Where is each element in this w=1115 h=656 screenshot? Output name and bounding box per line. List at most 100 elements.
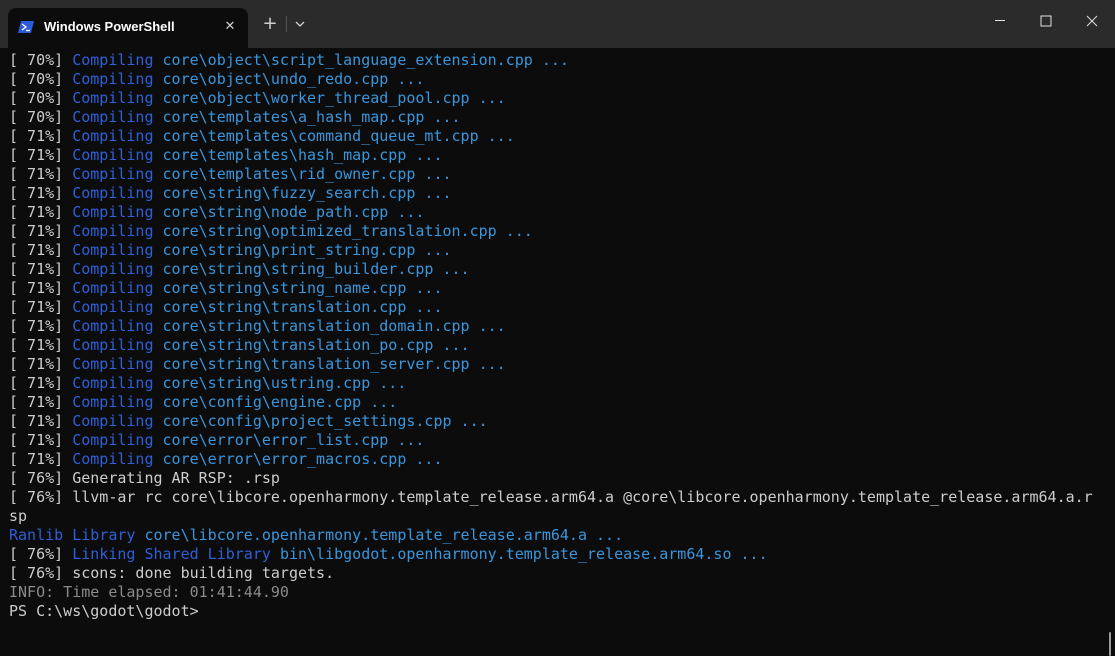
terminal-line: Ranlib Library core\libcore.openharmony.… (9, 526, 1093, 545)
terminal-text-segment: INFO: Time elapsed: 01:41:44.90 (9, 583, 289, 601)
new-tab-button[interactable]: + (258, 12, 282, 36)
terminal-text-segment: [ 71%] (9, 146, 73, 164)
terminal-line: [ 71%] Compiling core\error\error_macros… (9, 450, 1093, 469)
terminal-line: [ 71%] Compiling core\string\string_buil… (9, 260, 1093, 279)
terminal-line: [ 71%] Compiling core\string\translation… (9, 317, 1093, 336)
terminal-output[interactable]: [ 70%] Compiling core\object\script_lang… (0, 48, 1115, 656)
terminal-text-segment: PS C:\ws\godot\godot> (9, 602, 199, 620)
terminal-text-segment: core\string\node_path.cpp ... (162, 203, 425, 221)
terminal-text-segment: core\error\error_macros.cpp ... (162, 450, 443, 468)
terminal-text-segment: [ 76%] llvm-ar rc core\libcore.openharmo… (9, 488, 1093, 506)
terminal-text-segment: core\string\string_name.cpp ... (162, 279, 443, 297)
terminal-text-segment: Compiling (72, 89, 163, 107)
terminal-text-segment: core\templates\a_hash_map.cpp ... (162, 108, 461, 126)
close-window-button[interactable] (1069, 0, 1115, 40)
terminal-text-segment: [ 71%] (9, 393, 73, 411)
terminal-text-segment: core\error\error_list.cpp ... (162, 431, 425, 449)
chevron-down-icon[interactable] (290, 12, 310, 36)
terminal-line: [ 76%] Linking Shared Library bin\libgod… (9, 545, 1093, 564)
terminal-text-segment: core\string\optimized_translation.cpp ..… (162, 222, 533, 240)
terminal-text-segment: Compiling (72, 279, 163, 297)
terminal-line: [ 76%] llvm-ar rc core\libcore.openharmo… (9, 488, 1093, 507)
terminal-text-segment: Compiling (72, 222, 163, 240)
title-bar: Windows PowerShell ✕ + (0, 0, 1115, 48)
terminal-line: [ 71%] Compiling core\string\optimized_t… (9, 222, 1093, 241)
terminal-text-segment: [ 71%] (9, 260, 73, 278)
terminal-text-segment: [ 76%] (9, 545, 73, 563)
terminal-text-segment: [ 71%] (9, 317, 73, 335)
terminal-text-segment: Compiling (72, 298, 163, 316)
terminal-text-segment: Compiling (72, 51, 163, 69)
terminal-line: [ 76%] scons: done building targets. (9, 564, 1093, 583)
close-tab-icon[interactable]: ✕ (220, 17, 240, 37)
terminal-text-segment: [ 71%] (9, 336, 73, 354)
terminal-text-segment: [ 70%] (9, 70, 73, 88)
scrollbar[interactable] (1109, 632, 1111, 656)
powershell-icon (18, 21, 34, 33)
terminal-text-segment: [ 71%] (9, 374, 73, 392)
tab-title: Windows PowerShell (44, 19, 175, 34)
terminal-text-segment: [ 71%] (9, 298, 73, 316)
maximize-button[interactable] (1023, 0, 1069, 40)
terminal-text-segment: [ 70%] (9, 108, 73, 126)
terminal-text-segment: [ 71%] (9, 184, 73, 202)
terminal-line: [ 70%] Compiling core\object\worker_thre… (9, 89, 1093, 108)
terminal-line: [ 71%] Compiling core\templates\hash_map… (9, 146, 1093, 165)
terminal-text-segment: core\string\fuzzy_search.cpp ... (162, 184, 452, 202)
terminal-text-segment: Compiling (72, 336, 163, 354)
terminal-text-segment: [ 71%] (9, 279, 73, 297)
terminal-line: [ 71%] Compiling core\config\project_set… (9, 412, 1093, 431)
terminal-text-segment: Compiling (72, 431, 163, 449)
tab-windows-powershell[interactable]: Windows PowerShell ✕ (8, 8, 248, 48)
terminal-text-segment: [ 71%] (9, 241, 73, 259)
terminal-text-segment: Compiling (72, 412, 163, 430)
terminal-text-segment: [ 71%] (9, 412, 73, 430)
tab-separator (286, 16, 287, 32)
minimize-button[interactable] (977, 0, 1023, 40)
terminal-text-segment: Compiling (72, 108, 163, 126)
terminal-line: sp (9, 507, 1093, 526)
terminal-text-segment: core\object\script_language_extension.cp… (162, 51, 569, 69)
terminal-text-segment: Compiling (72, 260, 163, 278)
terminal-text-segment: Linking Shared Library (72, 545, 280, 563)
terminal-text-segment: Compiling (72, 317, 163, 335)
terminal-text-segment: core\templates\command_queue_mt.cpp ... (162, 127, 515, 145)
terminal-text-segment: [ 71%] (9, 450, 73, 468)
terminal-text-segment: core\string\translation_po.cpp ... (162, 336, 470, 354)
terminal-text-segment: Compiling (72, 355, 163, 373)
terminal-text-segment: core\string\print_string.cpp ... (162, 241, 452, 259)
terminal-text-segment: bin\libgodot.openharmony.template_releas… (279, 545, 768, 563)
terminal-line: [ 71%] Compiling core\string\string_name… (9, 279, 1093, 298)
terminal-line: [ 71%] Compiling core\string\translation… (9, 355, 1093, 374)
terminal-text-segment: core\object\worker_thread_pool.cpp ... (162, 89, 506, 107)
terminal-line: [ 71%] Compiling core\config\engine.cpp … (9, 393, 1093, 412)
terminal-text-segment: [ 76%] scons: done building targets. (9, 564, 335, 582)
terminal-text-segment: Compiling (72, 184, 163, 202)
terminal-text-segment: Compiling (72, 450, 163, 468)
terminal-line: [ 71%] Compiling core\string\translation… (9, 298, 1093, 317)
terminal-text-segment: sp (9, 507, 28, 525)
terminal-text-segment: core\string\translation_domain.cpp ... (162, 317, 506, 335)
terminal-line: [ 71%] Compiling core\string\print_strin… (9, 241, 1093, 260)
terminal-text-segment: Compiling (72, 70, 163, 88)
terminal-text-segment: [ 71%] (9, 222, 73, 240)
terminal-text-segment: Compiling (72, 146, 163, 164)
terminal-text-segment: [ 71%] (9, 203, 73, 221)
terminal-line: [ 71%] Compiling core\error\error_list.c… (9, 431, 1093, 450)
terminal-text-segment: Compiling (72, 127, 163, 145)
terminal-text-segment: core\templates\hash_map.cpp ... (162, 146, 443, 164)
terminal-line: [ 71%] Compiling core\templates\rid_owne… (9, 165, 1093, 184)
terminal-text-segment: core\object\undo_redo.cpp ... (162, 70, 425, 88)
terminal-text-segment: [ 71%] (9, 355, 73, 373)
terminal-text-segment: core\string\ustring.cpp ... (162, 374, 407, 392)
terminal-line: PS C:\ws\godot\godot> (9, 602, 1093, 621)
terminal-text-segment: Compiling (72, 203, 163, 221)
terminal-text-segment: Compiling (72, 241, 163, 259)
terminal-lines: [ 70%] Compiling core\object\script_lang… (9, 51, 1093, 621)
terminal-text-segment: [ 71%] (9, 165, 73, 183)
terminal-line: [ 71%] Compiling core\string\translation… (9, 336, 1093, 355)
terminal-text-segment: Ranlib Library (9, 526, 145, 544)
terminal-text-segment: core\libcore.openharmony.template_releas… (144, 526, 624, 544)
terminal-line: [ 71%] Compiling core\string\ustring.cpp… (9, 374, 1093, 393)
terminal-text-segment: Compiling (72, 374, 163, 392)
